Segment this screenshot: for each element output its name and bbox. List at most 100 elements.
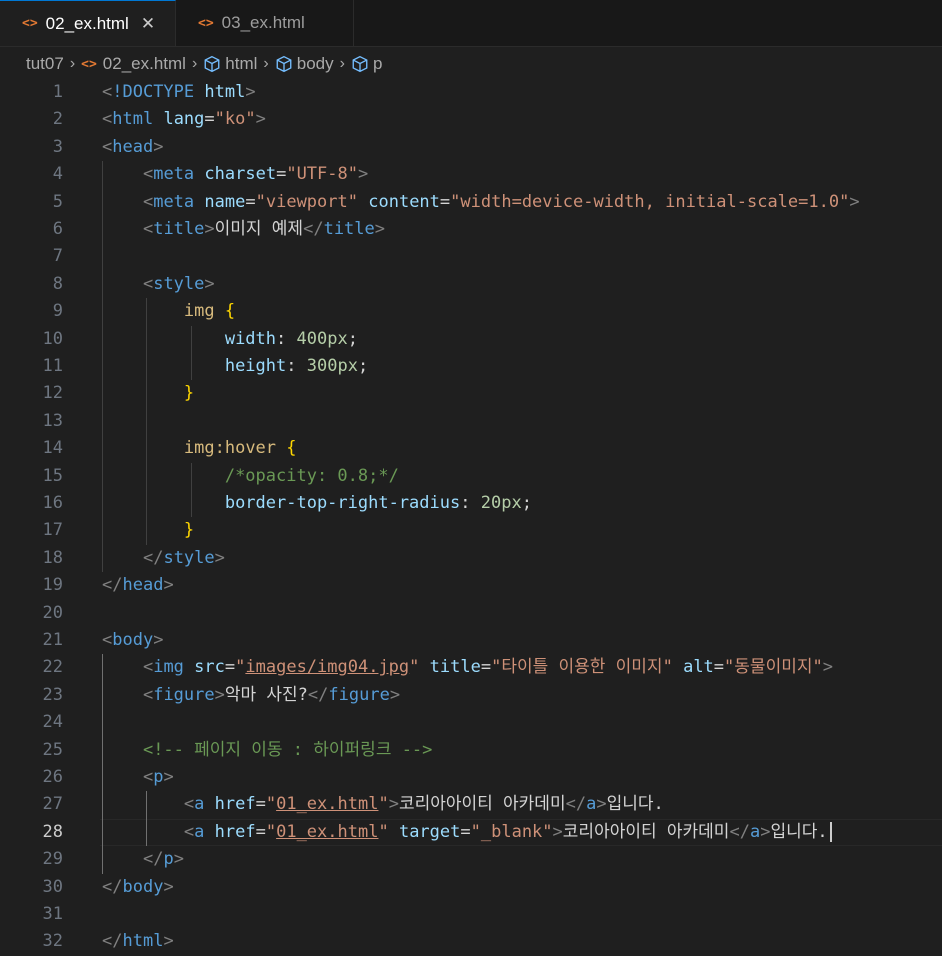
chevron-right-icon: › (69, 55, 76, 72)
code-text: <html lang="ko"> (102, 109, 266, 130)
breadcrumb-symbol-p[interactable]: p (373, 54, 382, 74)
line-number: 24 (42, 712, 63, 733)
symbol-cube-icon (276, 55, 292, 73)
code-line[interactable]: 28 <a href="01_ex.html" target="_blank">… (0, 818, 942, 847)
line-number: 26 (42, 767, 63, 787)
close-icon[interactable]: ✕ (141, 14, 155, 34)
code-text: </style> (142, 547, 225, 568)
code-text: </html> (102, 931, 174, 952)
line-number: 15 (42, 465, 63, 486)
line-number: 20 (42, 602, 63, 623)
tab-02-ex-html[interactable]: <> 02_ex.html ✕ (0, 0, 176, 46)
chevron-right-icon: › (263, 55, 269, 72)
code-text: height: 300px; (224, 356, 369, 376)
code-text: } (183, 520, 195, 541)
code-editor[interactable]: 1 <!DOCTYPE html> 2 <html lang="ko"> 3 <head>… (0, 79, 942, 956)
code-line[interactable]: 22 <img src="images/img04.jpg" title="타이… (0, 654, 942, 681)
line-number: 6 (52, 219, 63, 239)
indent-guide (146, 791, 148, 847)
breadcrumb-symbol-html[interactable]: html (225, 54, 257, 74)
code-text: <!-- 페이지 이동 : 하이퍼링크 --> (142, 739, 433, 760)
line-number: 8 (52, 273, 63, 294)
code-text: width: 400px; (224, 328, 358, 349)
line-number: 17 (42, 520, 63, 541)
indent-guide (190, 325, 192, 381)
line-number: 13 (42, 410, 63, 431)
code-text: img { (183, 301, 236, 322)
code-line[interactable]: 6 <title>이미지 예제</title> (0, 216, 942, 243)
code-text: <img src="images/img04.jpg" title="타이틀 이… (142, 657, 833, 678)
line-number: 10 (42, 328, 63, 349)
line-number: 18 (42, 547, 63, 568)
code-text: <meta charset="UTF-8"> (142, 164, 369, 185)
line-number: 16 (42, 493, 63, 513)
line-number: 29 (42, 849, 63, 870)
code-line[interactable]: 21 <body> (0, 627, 942, 654)
code-line[interactable]: 2 <html lang="ko"> (0, 106, 942, 133)
line-number: 1 (52, 82, 63, 102)
text-cursor (829, 821, 832, 842)
code-line[interactable]: 18 </style> (0, 545, 942, 572)
code-line[interactable]: 10 width: 400px; (0, 326, 942, 353)
code-line[interactable]: 19 </head> (0, 572, 942, 599)
code-line[interactable]: 29 </p> (0, 846, 942, 873)
code-line[interactable]: 9 img { (0, 298, 942, 325)
code-line[interactable]: 32 </html> (0, 928, 942, 955)
code-text: <meta name="viewport" content="width=dev… (142, 191, 860, 212)
code-line[interactable]: 26 <p> (0, 764, 942, 791)
code-text: <!DOCTYPE html> (102, 82, 256, 102)
code-line[interactable]: 14 img:hover { (0, 435, 942, 462)
code-line[interactable]: 15 /*opacity: 0.8;*/ (0, 463, 942, 490)
code-line[interactable]: 13 (0, 408, 942, 435)
code-line[interactable]: 3 <head> (0, 134, 942, 161)
code-line[interactable]: 27 <a href="01_ex.html">코리아아이티 아카데미</a>입… (0, 791, 942, 818)
code-text: } (183, 383, 195, 404)
symbol-cube-icon (352, 55, 368, 73)
code-text: <style> (142, 273, 215, 294)
line-number: 32 (42, 931, 63, 952)
code-line[interactable]: 20 (0, 600, 942, 627)
code-line[interactable]: 12 } (0, 380, 942, 407)
code-line[interactable]: 4 <meta charset="UTF-8"> (0, 161, 942, 188)
code-line[interactable]: 8 <style> (0, 271, 942, 298)
breadcrumb-folder[interactable]: tut07 (26, 54, 64, 74)
html-file-icon: <> (198, 15, 214, 31)
code-line[interactable]: 24 (0, 709, 942, 736)
line-number: 27 (42, 794, 63, 815)
code-line[interactable]: 11 height: 300px; (0, 353, 942, 380)
breadcrumb-file[interactable]: 02_ex.html (103, 54, 186, 74)
line-number: 25 (42, 739, 63, 760)
code-line[interactable]: 31 (0, 901, 942, 928)
line-number: 11 (42, 356, 63, 376)
breadcrumb: tut07 › <> 02_ex.html › html › body › p (26, 52, 382, 76)
code-line[interactable]: 30 </body> (0, 874, 942, 901)
code-line[interactable]: 23 <figure>악마 사진?</figure> (0, 682, 942, 709)
line-number: 19 (42, 575, 63, 596)
code-line[interactable]: 1 <!DOCTYPE html> (0, 79, 942, 106)
line-number: 21 (42, 630, 63, 650)
line-number: 2 (52, 109, 63, 130)
line-number: 3 (52, 136, 63, 157)
code-text: img:hover { (183, 438, 297, 459)
tab-label: 02_ex.html (45, 13, 129, 33)
line-number: 14 (42, 438, 63, 459)
line-number: 23 (42, 684, 63, 705)
code-line[interactable]: 25 <!-- 페이지 이동 : 하이퍼링크 --> (0, 737, 942, 764)
symbol-cube-icon (204, 55, 220, 73)
line-number: 4 (52, 164, 63, 185)
indent-guide (102, 654, 103, 874)
chevron-right-icon: › (339, 55, 345, 72)
indent-guide (146, 298, 148, 545)
indent-guide (102, 161, 103, 573)
line-number: 28 (42, 821, 63, 842)
tab-03-ex-html[interactable]: <> 03_ex.html (176, 0, 354, 46)
code-line[interactable]: 5 <meta name="viewport" content="width=d… (0, 189, 942, 216)
indent-guide (190, 462, 192, 518)
code-line[interactable]: 7 (0, 243, 942, 270)
line-number: 5 (52, 191, 63, 212)
code-line[interactable]: 17 } (0, 517, 942, 544)
code-line[interactable]: 16 border-top-right-radius: 20px; (0, 490, 942, 517)
breadcrumb-symbol-body[interactable]: body (297, 54, 334, 74)
line-number: 12 (42, 383, 63, 404)
code-text: <a href="01_ex.html">코리아아이티 아카데미</a>입니다. (183, 794, 664, 815)
